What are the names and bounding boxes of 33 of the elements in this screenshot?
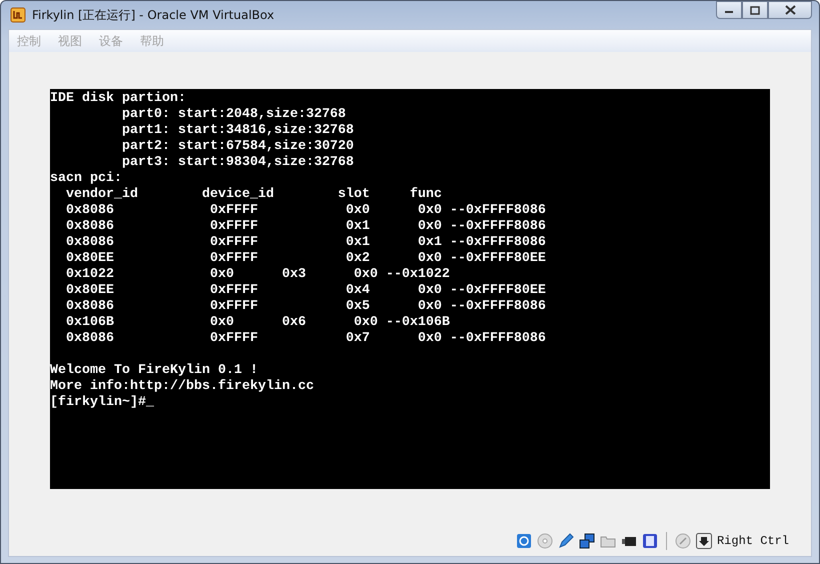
pen-icon — [558, 533, 574, 549]
app-icon — [10, 7, 26, 23]
window-title: Firkylin [正在运行] - Oracle VM VirtualBox — [32, 6, 276, 24]
console-line: 0x8086 0xFFFF 0x0 0x0 --0xFFFF8086 — [64, 203, 546, 219]
minimize-button[interactable] — [716, 1, 742, 19]
console-line: [firkylin~]#_ — [50, 395, 154, 411]
console-line: part2: start:67584,size:30720 — [120, 139, 354, 155]
maximize-button[interactable] — [742, 1, 768, 19]
console-line: 0x8086 0xFFFF 0x7 0x0 --0xFFFF8086 — [64, 331, 546, 347]
chip-icon — [642, 533, 658, 549]
console-line: 0x106B 0x0 0x6 0x0 --0x106B — [64, 315, 450, 331]
console-line: 0x8086 0xFFFF 0x5 0x0 --0xFFFF8086 — [64, 299, 546, 315]
cd-icon — [536, 533, 553, 549]
console-line: 0x8086 0xFFFF 0x1 0x0 --0xFFFF8086 — [64, 219, 546, 235]
console-line: part0: start:2048,size:32768 — [120, 107, 346, 123]
close-icon — [784, 5, 796, 15]
console-line: 0x8086 0xFFFF 0x1 0x1 --0xFFFF8086 — [64, 235, 546, 251]
console-line: 0x1022 0x0 0x3 0x0 --0x1022 — [64, 267, 450, 283]
console-line: part3: start:98304,size:32768 — [120, 155, 354, 171]
console-line: More info:http://bbs.firekylin.cc — [50, 379, 314, 395]
console-line: 0x80EE 0xFFFF 0x2 0x0 --0xFFFF80EE — [64, 251, 546, 267]
network-icon — [578, 533, 595, 549]
console-line: vendor_id device_id slot func — [64, 187, 442, 203]
close-button[interactable] — [768, 1, 812, 19]
console-line: part1: start:34816,size:32768 — [120, 123, 354, 139]
console-line: 0x80EE 0xFFFF 0x4 0x0 --0xFFFF80EE — [64, 283, 546, 299]
console-line: Welcome To FireKylin 0.1 ! — [50, 363, 258, 379]
host-key-label: Right Ctrl — [716, 534, 789, 548]
arrow-down-icon — [696, 533, 712, 549]
mouse-icon — [674, 533, 691, 549]
console-line: IDE disk partion: — [50, 91, 186, 107]
console-line: sacn pci: — [50, 171, 122, 187]
maximize-icon — [750, 6, 760, 14]
